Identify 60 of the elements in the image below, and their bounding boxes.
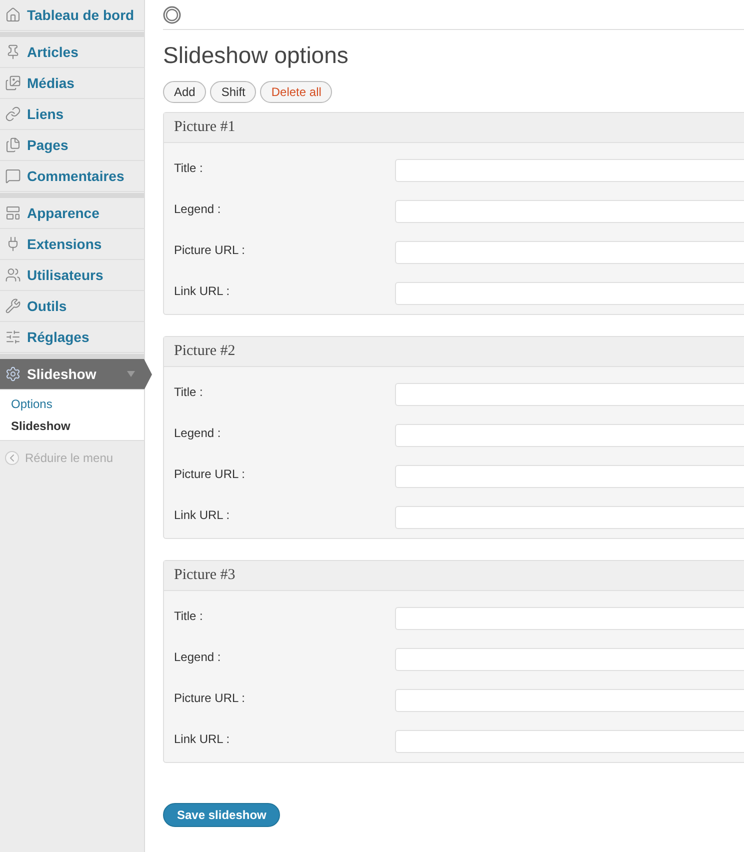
tools-icon	[5, 298, 21, 314]
panel-title: Picture #2	[174, 342, 236, 362]
layout-icon	[5, 205, 21, 221]
menu-item[interactable]: Liens	[0, 99, 144, 130]
field-label: Legend :	[173, 425, 222, 442]
save-button[interactable]: Save slideshow	[163, 803, 280, 827]
menu-item[interactable]: Commentaires	[0, 161, 144, 192]
panel-title: Picture #1	[174, 118, 236, 138]
field-label: Link URL :	[173, 507, 231, 524]
pin-icon	[5, 44, 21, 60]
menu-item[interactable]: Apparence	[0, 198, 144, 229]
users-icon	[5, 267, 21, 283]
menu-item[interactable]: Extensions	[0, 229, 144, 260]
field-label: Picture URL :	[173, 690, 246, 707]
field-label: Title :	[173, 384, 204, 401]
field-label: Link URL :	[173, 283, 231, 300]
field-label: Picture URL :	[173, 242, 246, 259]
menu-item[interactable]: Utilisateurs	[0, 260, 144, 291]
page-title: Slideshow options	[163, 41, 350, 70]
input-field[interactable]	[395, 282, 744, 305]
logo-icon[interactable]	[163, 6, 181, 24]
speech-bubble-icon	[5, 168, 21, 184]
menu-item[interactable]: Réglages	[0, 322, 144, 353]
action-button[interactable]: Add	[163, 81, 206, 103]
menu-item[interactable]: Tableau de bord	[0, 0, 144, 31]
input-field[interactable]	[395, 465, 744, 488]
input-field[interactable]	[395, 689, 744, 712]
link-icon	[5, 106, 21, 122]
input-field[interactable]	[395, 730, 744, 753]
field-label: Legend :	[173, 201, 222, 218]
menu-item[interactable]: Articles	[0, 37, 144, 68]
collapse-icon	[5, 451, 19, 465]
field-label: Title :	[173, 160, 204, 177]
panel-title: Picture #3	[174, 566, 236, 586]
field-label: Picture URL :	[173, 466, 246, 483]
input-field[interactable]	[395, 607, 744, 630]
input-field[interactable]	[395, 159, 744, 182]
input-field[interactable]	[395, 383, 744, 406]
pages-icon	[5, 137, 21, 153]
caret-icon	[127, 371, 135, 377]
input-field[interactable]	[395, 200, 744, 223]
sliders-icon	[5, 329, 21, 345]
input-field[interactable]	[395, 648, 744, 671]
field-label: Title :	[173, 608, 204, 625]
images-icon	[5, 75, 21, 91]
action-button[interactable]: Delete all	[260, 81, 332, 103]
house-icon	[5, 7, 21, 23]
field-label: Link URL :	[173, 731, 231, 748]
input-field[interactable]	[395, 241, 744, 264]
action-button[interactable]: Shift	[210, 81, 256, 103]
gear-icon	[5, 366, 21, 382]
field-label: Legend :	[173, 649, 222, 666]
menu-item[interactable]: Pages	[0, 130, 144, 161]
input-field[interactable]	[395, 424, 744, 447]
menu-item[interactable]: Médias	[0, 68, 144, 99]
input-field[interactable]	[395, 506, 744, 529]
submenu-item[interactable]: Options	[0, 393, 144, 415]
menu-item[interactable]: Slideshow	[0, 359, 152, 390]
submenu-item[interactable]: Slideshow	[0, 415, 144, 437]
menu-item[interactable]: Outils	[0, 291, 144, 322]
